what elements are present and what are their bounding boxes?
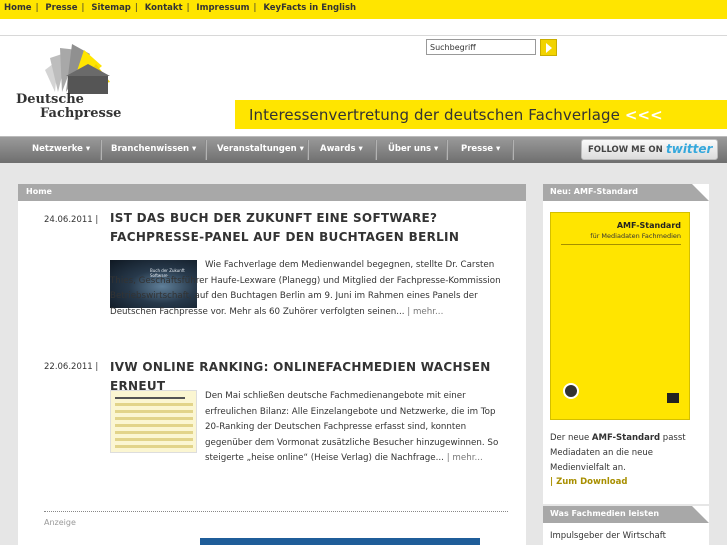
slogan-text: Interessenvertretung der deutschen Fachv… [249, 106, 620, 124]
thumb-line [115, 445, 193, 448]
seal-icon [563, 383, 579, 399]
sidebar-heading: Neu: AMF-Standard [543, 184, 709, 201]
sidebar-text-line: Medienvielfalt an. [550, 463, 626, 473]
nav-presse[interactable]: Presse ▾ [461, 144, 500, 154]
article-thumbnail[interactable] [110, 390, 197, 453]
corner-decoration [692, 184, 709, 201]
top-nav-presse[interactable]: Presse [45, 3, 77, 13]
top-nav-keyfacts[interactable]: KeyFacts in English [263, 3, 356, 13]
ad-label: Anzeige [44, 518, 76, 527]
article-date: 22.06.2011 | [44, 362, 99, 372]
nav-awards-label: Awards [320, 144, 356, 154]
nav-branchenwissen[interactable]: Branchenwissen ▾ [111, 144, 196, 154]
download-link[interactable]: | Zum Download [550, 475, 627, 490]
thumb-line [115, 417, 193, 420]
top-nav-sitemap[interactable]: Sitemap [91, 3, 131, 13]
caret-down-icon: ▾ [192, 144, 197, 154]
slogan: Interessenvertretung der deutschen Fachv… [249, 106, 663, 124]
follow-twitter-button[interactable]: FOLLOW ME ON twitter [581, 139, 718, 160]
sidebar-heading-text: Neu: AMF-Standard [550, 187, 638, 196]
nav-ueber-uns[interactable]: Über uns ▾ [388, 144, 438, 154]
cover-subtitle: für Mediadaten Fachmedien [590, 232, 681, 240]
sidebar-text-bold: AMF-Standard [591, 433, 661, 443]
caret-down-icon: ▾ [85, 144, 91, 154]
nav-divider [375, 140, 377, 160]
sidebar-text-line: Impulsgeber der Wirtschaft [550, 531, 666, 541]
site-logo[interactable]: Deutsche Fachpresse [10, 40, 122, 122]
corner-decoration [692, 506, 709, 523]
twitter-logo-icon: twitter [666, 142, 713, 156]
article-date: 24.06.2011 | [44, 215, 99, 225]
top-nav-home[interactable]: Home [4, 3, 32, 13]
article-teaser: Wie Fachverlage dem Medienwandel begegne… [110, 258, 505, 320]
logo-line2: Fachpresse [40, 106, 122, 121]
nav-divider [100, 140, 102, 160]
thumb-line [115, 397, 185, 399]
nav-presse-label: Presse [461, 144, 494, 154]
nav-veranstaltungen[interactable]: Veranstaltungen ▾ [217, 144, 304, 154]
logo-fan-icon [45, 44, 110, 94]
logo-line1: Deutsche [16, 92, 84, 107]
slogan-arrows: <<< [624, 106, 663, 124]
thumb-line [115, 403, 193, 406]
caret-down-icon: ▾ [299, 144, 304, 154]
nav-veranstaltungen-label: Veranstaltungen [217, 144, 297, 154]
nav-branchenwissen-label: Branchenwissen [111, 144, 190, 154]
sidebar-text: Der neue [550, 433, 592, 443]
slogan-band: Interessenvertretung der deutschen Fachv… [235, 100, 727, 129]
nav-divider [446, 140, 448, 160]
caret-down-icon: ▾ [358, 144, 363, 154]
cover-rule [561, 244, 681, 245]
follow-label: FOLLOW ME ON [588, 145, 663, 155]
sidebar-heading-text: Was Fachmedien leisten [550, 509, 660, 518]
caret-down-icon: ▾ [434, 144, 439, 154]
caret-down-icon: ▾ [496, 144, 501, 154]
logo-mark-icon [667, 393, 679, 403]
ad-banner[interactable] [200, 538, 480, 545]
breadcrumb-home[interactable]: Home [26, 187, 52, 196]
top-nav: Home | Presse | Sitemap | Kontakt | Impressu… [4, 3, 357, 13]
nav-divider [512, 140, 514, 160]
cover-title: AMF-Standard [616, 221, 681, 230]
search-button[interactable] [540, 39, 557, 56]
top-nav-kontakt[interactable]: Kontakt [145, 3, 183, 13]
more-link[interactable]: | mehr... [407, 307, 443, 317]
search-input[interactable] [426, 39, 536, 55]
sidebar-text-line: Der neue AMF-Standard passt [550, 431, 686, 446]
thumb-line [115, 424, 193, 427]
nav-divider [307, 140, 309, 160]
article-title[interactable]: IST DAS BUCH DER ZUKUNFT EINE SOFTWARE? … [110, 209, 500, 247]
thumb-line [115, 410, 193, 413]
nav-netzwerke[interactable]: Netzwerke ▾ [32, 144, 90, 154]
sidebar-heading: Was Fachmedien leisten [543, 506, 709, 523]
nav-awards[interactable]: Awards ▾ [320, 144, 363, 154]
article-teaser: Den Mai schließen deutsche Fachmedienang… [205, 389, 505, 467]
amf-cover-image[interactable]: AMF-Standard für Mediadaten Fachmedien [550, 212, 690, 420]
top-utility-bar: Home | Presse | Sitemap | Kontakt | Impressu… [0, 0, 727, 19]
sidebar-text-line: Mediadaten an die neue [550, 448, 654, 458]
nav-ueber-uns-label: Über uns [388, 144, 432, 154]
section-divider [44, 511, 508, 512]
breadcrumb: Home [18, 184, 526, 201]
thumb-line [115, 438, 193, 441]
nav-netzwerke-label: Netzwerke [32, 144, 83, 154]
top-nav-impressum[interactable]: Impressum [196, 3, 249, 13]
sidebar-text: passt [660, 433, 686, 443]
arrow-right-icon [546, 43, 552, 53]
thumb-line [115, 431, 193, 434]
more-link[interactable]: | mehr... [447, 453, 483, 463]
nav-divider [205, 140, 207, 160]
